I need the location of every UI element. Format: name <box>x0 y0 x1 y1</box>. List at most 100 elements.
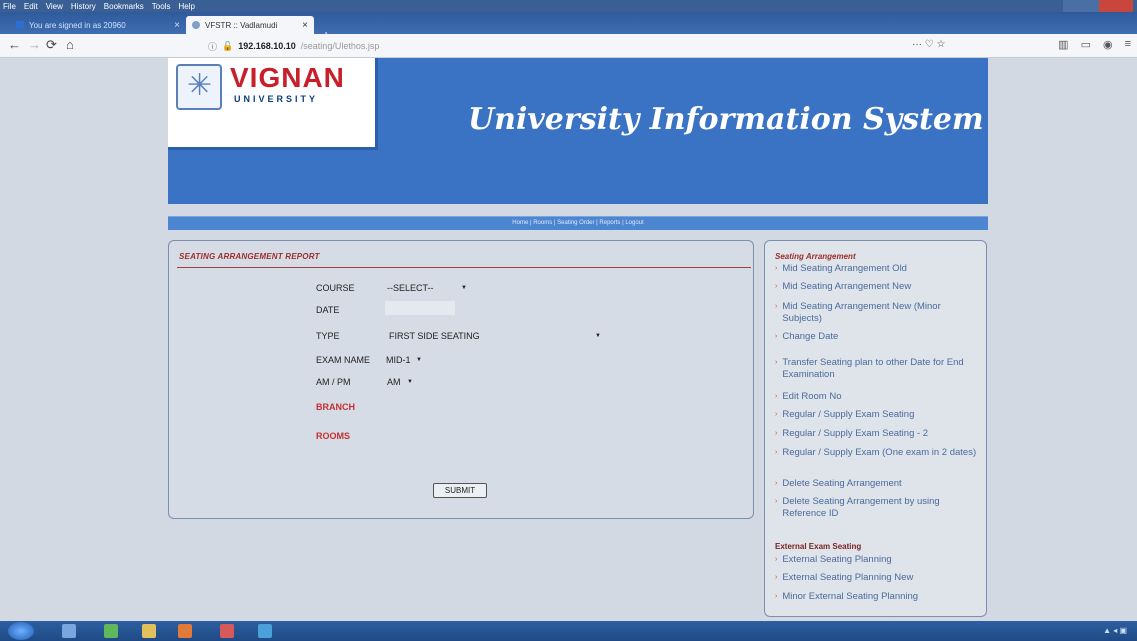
side-menu-item[interactable]: › Mid Seating Arrangement New <box>775 281 981 293</box>
home-icon[interactable]: ⌂ <box>66 37 74 52</box>
url-path: /seating/Ulethos.jsp <box>300 41 380 51</box>
bullet-arrow-icon: › <box>775 265 778 272</box>
brand-tagline <box>232 108 308 122</box>
tab-label: You are signed in as 20960 <box>29 20 126 30</box>
side-menu-item[interactable]: › Edit Room No <box>775 391 981 403</box>
bullet-arrow-icon: › <box>775 359 778 366</box>
page-actions-icon[interactable]: ··· ♡ ☆ <box>912 39 945 50</box>
nav-seating-order[interactable]: Seating Order <box>557 220 594 226</box>
chevron-down-icon: ▼ <box>407 379 413 385</box>
browser-menubar: File Edit View History Bookmarks Tools H… <box>0 0 1137 12</box>
exam-name-select[interactable]: MID-1 ▼ <box>386 355 422 365</box>
nav-reports[interactable]: Reports <box>599 220 620 226</box>
submit-button[interactable]: SUBMIT <box>433 483 487 498</box>
type-select[interactable]: FIRST SIDE SEATING ▼ <box>389 331 601 341</box>
side-menu-item[interactable]: › Change Date <box>775 331 981 343</box>
info-icon[interactable]: ⓘ <box>208 40 217 53</box>
bullet-arrow-icon: › <box>775 449 778 456</box>
bullet-arrow-icon: › <box>775 333 778 340</box>
start-button[interactable] <box>8 622 34 640</box>
tab-close-icon[interactable]: × <box>302 20 308 31</box>
taskbar-firefox-icon[interactable] <box>178 624 192 638</box>
menu-history[interactable]: History <box>71 2 96 11</box>
menu-file[interactable]: File <box>3 2 16 11</box>
course-select[interactable]: --SELECT-- ▼ <box>387 283 467 293</box>
menu-help[interactable]: Help <box>178 2 194 11</box>
nav-rooms[interactable]: Rooms <box>533 220 552 226</box>
window-close-button[interactable] <box>1099 0 1133 12</box>
side-menu-item[interactable]: › External Seating Planning <box>775 554 981 566</box>
side-menu-item[interactable]: › Minor External Seating Planning <box>775 591 981 603</box>
os-taskbar: ▲ ◂ ▣ <box>0 621 1137 641</box>
side-menu-item[interactable]: › Regular / Supply Exam Seating - 2 <box>775 428 981 440</box>
side-menu-item[interactable]: › External Seating Planning New <box>775 572 981 584</box>
side-menu-item[interactable]: › Mid Seating Arrangement New (Minor Subj… <box>775 301 981 325</box>
date-field[interactable] <box>385 301 455 315</box>
side-menu-item-label: External Seating Planning <box>782 554 892 565</box>
side-menu-item-label: Regular / Supply Exam Seating - 2 <box>782 428 929 439</box>
side-menu-item-label: Minor External Seating Planning <box>782 591 919 602</box>
system-tray[interactable]: ▲ ◂ ▣ <box>1103 626 1127 635</box>
chevron-down-icon: ▼ <box>595 333 601 339</box>
tab-bar: You are signed in as 20960 × VFSTR :: Va… <box>0 12 1137 43</box>
ampm-select[interactable]: AM ▼ <box>387 377 413 387</box>
browser-navbar: ← → ⟳ ⌂ ⓘ 🔓 192.168.10.10/seating/Uletho… <box>0 34 1137 58</box>
menu-bookmarks[interactable]: Bookmarks <box>104 2 144 11</box>
bullet-arrow-icon: › <box>775 480 778 487</box>
side-menu-item-label: Mid Seating Arrangement New <box>782 281 912 292</box>
taskbar-app-icon[interactable] <box>142 624 156 638</box>
branch-label: BRANCH <box>316 402 355 412</box>
menu-edit[interactable]: Edit <box>24 2 38 11</box>
side-menu: Seating Arrangement › Mid Seating Arrange… <box>764 240 987 617</box>
side-menu-item[interactable]: › Regular / Supply Exam Seating <box>775 409 981 421</box>
side-menu-item-label: Change Date <box>782 331 839 342</box>
library-icon[interactable]: ▥ <box>1058 38 1068 51</box>
university-seal-icon: ✳ <box>176 64 222 110</box>
insecure-lock-icon[interactable]: 🔓 <box>222 41 233 52</box>
side-menu-item[interactable]: › Transfer Seating plan to other Date for… <box>775 357 981 381</box>
side-menu-item[interactable]: › Delete Seating Arrangement by using Ref… <box>775 496 981 520</box>
title-divider <box>177 267 751 268</box>
side-menu-item-label: Delete Seating Arrangement <box>782 478 902 489</box>
nav-home[interactable]: Home <box>512 220 528 226</box>
sidebar-icon[interactable]: ▭ <box>1081 38 1091 51</box>
nav-logout[interactable]: Logout <box>625 220 643 226</box>
side-menu-item[interactable]: › Delete Seating Arrangement <box>775 478 981 490</box>
brand-name: VIGNAN <box>230 62 345 93</box>
taskbar-app-icon[interactable] <box>104 624 118 638</box>
side-menu-item-label: Mid Seating Arrangement New (Minor Subje… <box>782 301 941 324</box>
menu-view[interactable]: View <box>46 2 63 11</box>
bullet-arrow-icon: › <box>775 430 778 437</box>
back-icon[interactable]: ← <box>8 37 21 52</box>
brand-subtitle: UNIVERSITY <box>234 94 319 104</box>
tab-favicon-icon <box>192 21 200 29</box>
taskbar-app-icon[interactable] <box>62 624 76 638</box>
exam-name-value: MID-1 <box>386 355 411 365</box>
url-bar[interactable]: ⓘ 🔓 192.168.10.10/seating/Ulethos.jsp <box>204 37 752 55</box>
reload-icon[interactable]: ⟳ <box>46 37 57 53</box>
forward-icon[interactable]: → <box>28 37 41 52</box>
window-controls[interactable] <box>1063 0 1133 12</box>
date-label: DATE <box>316 305 340 315</box>
side-menu-item[interactable]: › Mid Seating Arrangement Old <box>775 263 981 275</box>
bullet-arrow-icon: › <box>775 393 778 400</box>
bullet-arrow-icon: › <box>775 498 778 505</box>
bullet-arrow-icon: › <box>775 283 778 290</box>
tab-close-icon[interactable]: × <box>174 20 180 31</box>
system-title: University Information System <box>468 102 984 137</box>
bullet-arrow-icon: › <box>775 411 778 418</box>
taskbar-app-icon[interactable] <box>220 624 234 638</box>
side-menu-item-label: Delete Seating Arrangement by using Refe… <box>782 496 940 519</box>
tab-vfstr[interactable]: VFSTR :: Vadlamudi × <box>186 16 314 34</box>
seating-report-form: SEATING ARRANGEMENT REPORT COURSE --SELE… <box>168 240 754 519</box>
tab-favicon-icon <box>16 21 24 29</box>
taskbar-app-icon[interactable] <box>258 624 272 638</box>
university-logo[interactable]: ✳ VIGNAN UNIVERSITY <box>168 58 378 150</box>
side-menu-item-label: Regular / Supply Exam (One exam in 2 dat… <box>782 447 977 458</box>
menu-icon[interactable]: ≡ <box>1125 38 1131 51</box>
tab-signed-in[interactable]: You are signed in as 20960 × <box>10 16 186 34</box>
menu-tools[interactable]: Tools <box>152 2 171 11</box>
extension-icon[interactable]: ◉ <box>1103 38 1113 51</box>
side-menu-item[interactable]: › Regular / Supply Exam (One exam in 2 da… <box>775 447 981 459</box>
rooms-label: ROOMS <box>316 431 351 441</box>
